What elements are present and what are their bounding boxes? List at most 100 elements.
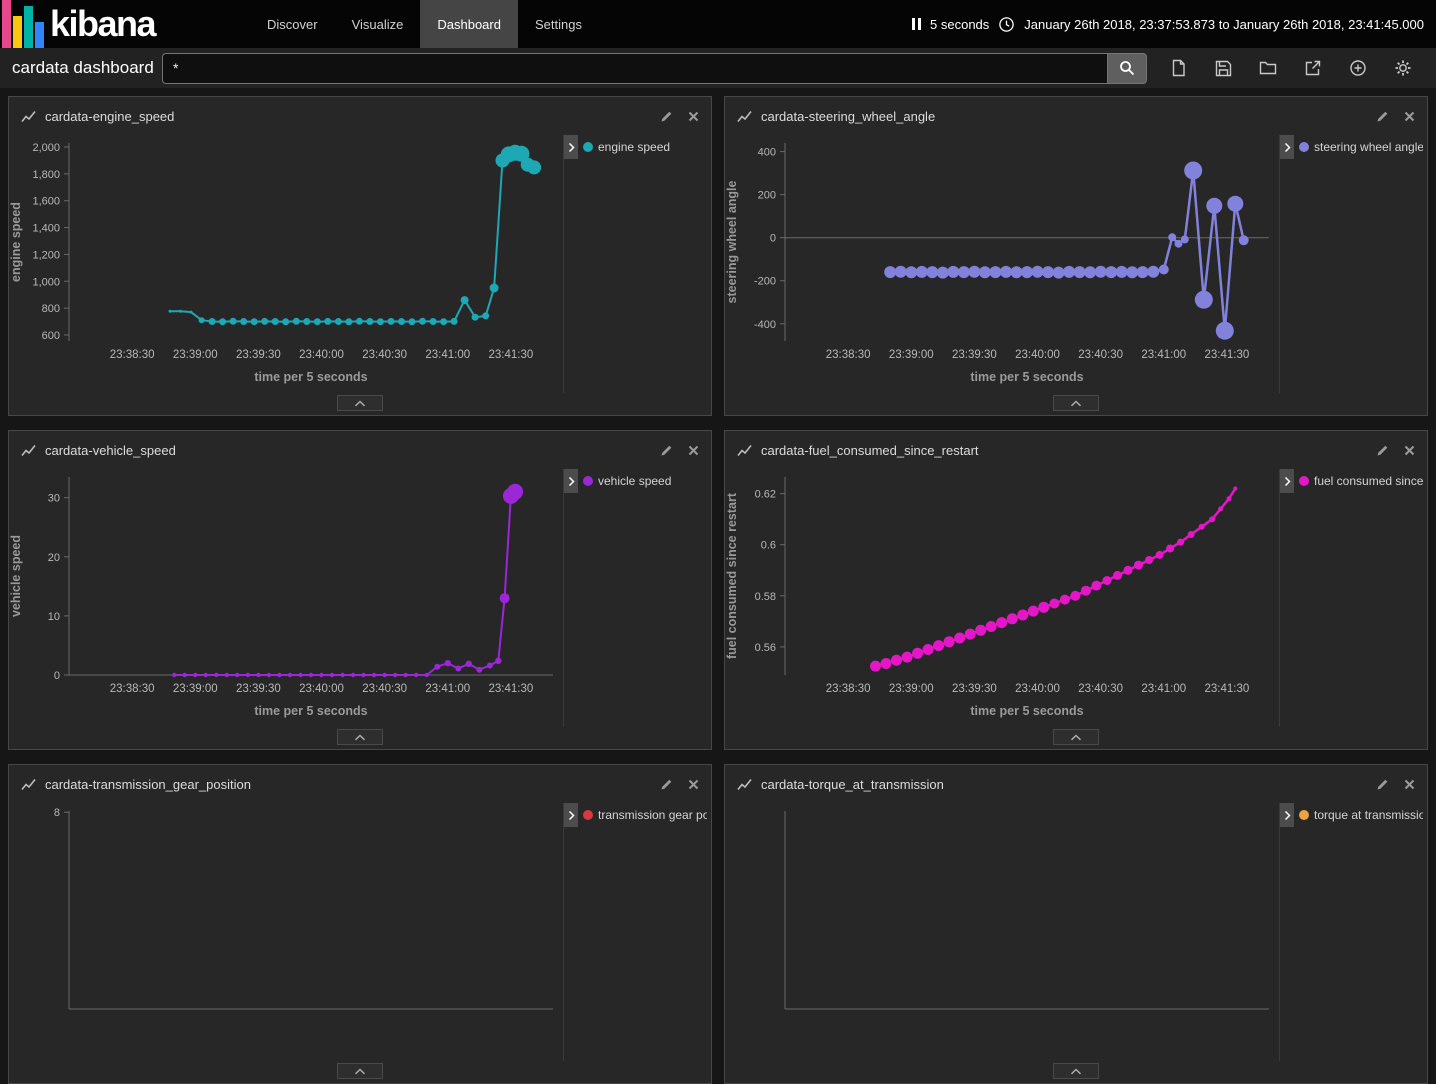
legend-toggle-button[interactable] xyxy=(1280,803,1294,827)
svg-text:23:41:30: 23:41:30 xyxy=(1205,349,1250,361)
svg-text:1,400: 1,400 xyxy=(32,223,60,235)
close-icon xyxy=(1404,779,1415,790)
legend-color-dot xyxy=(1299,476,1309,486)
transmission-gear-chart[interactable]: 8 xyxy=(9,803,563,1061)
engine-speed-chart[interactable]: 6008001,0001,2001,4001,6001,8002,00023:3… xyxy=(9,135,563,393)
open-dashboard-button[interactable] xyxy=(1259,59,1277,77)
svg-text:23:40:30: 23:40:30 xyxy=(362,349,407,361)
vehicle-speed-chart[interactable]: 010203023:38:3023:39:0023:39:3023:40:002… xyxy=(9,469,563,727)
legend-toggle-button[interactable] xyxy=(564,803,578,827)
svg-text:10: 10 xyxy=(48,611,60,623)
add-panel-button[interactable] xyxy=(1349,59,1367,77)
refresh-interval[interactable]: 5 seconds xyxy=(930,17,989,32)
collapse-panel-button[interactable] xyxy=(1053,729,1099,745)
svg-text:23:38:30: 23:38:30 xyxy=(826,683,871,695)
remove-panel-button[interactable] xyxy=(1404,779,1415,790)
panel-title[interactable]: cardata-steering_wheel_angle xyxy=(761,109,935,124)
edit-panel-button[interactable] xyxy=(660,444,673,457)
panel-title[interactable]: cardata-torque_at_transmission xyxy=(761,777,944,792)
new-dashboard-button[interactable] xyxy=(1169,59,1187,77)
remove-panel-button[interactable] xyxy=(1404,445,1415,456)
collapse-panel-button[interactable] xyxy=(337,395,383,411)
svg-text:0: 0 xyxy=(54,670,60,682)
edit-panel-button[interactable] xyxy=(660,110,673,123)
svg-text:23:39:00: 23:39:00 xyxy=(173,683,218,695)
panel-collapse-row xyxy=(725,1063,1427,1083)
kibana-logo[interactable]: kibana xyxy=(0,0,250,48)
edit-panel-button[interactable] xyxy=(1376,110,1389,123)
svg-text:23:41:30: 23:41:30 xyxy=(1205,683,1250,695)
panel-title[interactable]: cardata-fuel_consumed_since_restart xyxy=(761,443,979,458)
panel-transmission-gear: cardata-transmission_gear_position 8 tra… xyxy=(8,764,712,1084)
collapse-panel-button[interactable] xyxy=(1053,395,1099,411)
pencil-icon xyxy=(660,778,673,791)
legend-color-dot xyxy=(1299,810,1309,820)
panel-fuel-consumed: cardata-fuel_consumed_since_restart 0.56… xyxy=(724,430,1428,750)
save-icon xyxy=(1215,60,1232,77)
top-nav-bar: kibana Discover Visualize Dashboard Sett… xyxy=(0,0,1436,48)
search-button[interactable] xyxy=(1107,53,1147,84)
remove-panel-button[interactable] xyxy=(1404,111,1415,122)
collapse-panel-button[interactable] xyxy=(337,1063,383,1079)
legend-item[interactable]: steering wheel angle xyxy=(1294,135,1427,154)
legend-item[interactable]: vehicle speed xyxy=(578,469,675,488)
svg-text:23:39:00: 23:39:00 xyxy=(173,349,218,361)
legend-toggle-button[interactable] xyxy=(1280,469,1294,493)
legend-item[interactable]: transmission gear po... xyxy=(578,803,711,822)
svg-text:23:41:30: 23:41:30 xyxy=(489,683,534,695)
chart-legend: engine speed xyxy=(563,135,711,393)
chevron-up-icon xyxy=(1070,1068,1082,1075)
panel-title[interactable]: cardata-engine_speed xyxy=(45,109,174,124)
svg-text:fuel consumed since restart: fuel consumed since restart xyxy=(725,492,739,659)
panel-header: cardata-engine_speed xyxy=(9,97,711,135)
fuel-consumed-chart[interactable]: 0.560.580.60.6223:38:3023:39:0023:39:302… xyxy=(725,469,1279,727)
panel-title[interactable]: cardata-transmission_gear_position xyxy=(45,777,251,792)
chevron-up-icon xyxy=(354,1068,366,1075)
time-range-picker[interactable]: January 26th 2018, 23:37:53.873 to Janua… xyxy=(1024,17,1424,32)
remove-panel-button[interactable] xyxy=(688,111,699,122)
panel-collapse-row xyxy=(725,395,1427,415)
logo-stripe xyxy=(35,22,44,48)
panel-collapse-row xyxy=(725,729,1427,749)
edit-panel-button[interactable] xyxy=(660,778,673,791)
legend-toggle-button[interactable] xyxy=(564,469,578,493)
panel-header: cardata-transmission_gear_position xyxy=(9,765,711,803)
svg-text:0: 0 xyxy=(770,233,776,245)
panel-collapse-row xyxy=(9,1063,711,1083)
nav-tab-visualize[interactable]: Visualize xyxy=(335,0,421,48)
legend-item[interactable]: torque at transmission xyxy=(1294,803,1427,822)
remove-panel-button[interactable] xyxy=(688,445,699,456)
legend-item[interactable]: engine speed xyxy=(578,135,674,154)
query-input[interactable] xyxy=(162,53,1107,84)
svg-text:23:41:00: 23:41:00 xyxy=(425,683,470,695)
edit-panel-button[interactable] xyxy=(1376,444,1389,457)
legend-label: transmission gear po... xyxy=(598,808,707,822)
edit-panel-button[interactable] xyxy=(1376,778,1389,791)
collapse-panel-button[interactable] xyxy=(1053,1063,1099,1079)
pause-autorefresh-button[interactable] xyxy=(912,18,921,30)
steering-wheel-angle-chart[interactable]: -400-200020040023:38:3023:39:0023:39:302… xyxy=(725,135,1279,393)
legend-item[interactable]: fuel consumed since ... xyxy=(1294,469,1427,488)
line-chart-icon xyxy=(21,444,36,457)
remove-panel-button[interactable] xyxy=(688,779,699,790)
share-dashboard-button[interactable] xyxy=(1304,59,1322,77)
svg-text:2,000: 2,000 xyxy=(32,142,60,154)
save-dashboard-button[interactable] xyxy=(1214,59,1232,77)
panel-body: 8 transmission gear po... xyxy=(9,803,711,1061)
legend-toggle-button[interactable] xyxy=(1280,135,1294,159)
nav-tab-settings[interactable]: Settings xyxy=(518,0,599,48)
panel-title[interactable]: cardata-vehicle_speed xyxy=(45,443,176,458)
torque-chart[interactable] xyxy=(725,803,1279,1061)
collapse-panel-button[interactable] xyxy=(337,729,383,745)
panel-actions xyxy=(660,110,699,123)
legend-toggle-button[interactable] xyxy=(564,135,578,159)
panel-header: cardata-torque_at_transmission xyxy=(725,765,1427,803)
chevron-right-icon xyxy=(1284,142,1291,153)
nav-tab-dashboard[interactable]: Dashboard xyxy=(420,0,518,48)
svg-text:23:41:00: 23:41:00 xyxy=(1141,683,1186,695)
pause-icon xyxy=(918,18,921,30)
options-button[interactable] xyxy=(1394,59,1412,77)
nav-tab-discover[interactable]: Discover xyxy=(250,0,335,48)
line-chart-icon xyxy=(21,110,36,123)
dashboard-toolbar: cardata dashboard xyxy=(0,48,1436,88)
